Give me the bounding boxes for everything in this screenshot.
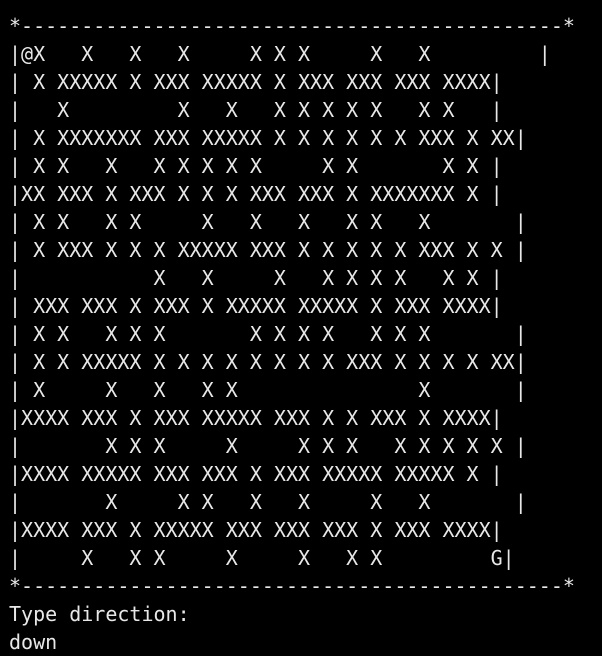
maze-row: | X X XXXXX X X X X X X X X XXX X X X X … [9,350,527,374]
maze-row: | X X X X X X X X X | [9,266,503,290]
maze-row: | X X X X X X | [9,378,527,402]
maze-row: | X X X X X X X X X X X X | [9,434,527,458]
maze-row: | X XXXXXXX XXX XXXXX X X X X X X XXX X … [9,126,527,150]
maze-row: | X XXX X X X XXXXX XXX X X X X X XXX X … [9,238,527,262]
maze-row: | XXX XXX X XXX X XXXXX XXXXX X XXX XXXX… [9,294,503,318]
maze-row: | X X X X X X X X X X X X | [9,154,503,178]
maze-row: |XX XXX X XXX X X X XXX XXX X XXXXXXX X … [9,182,503,206]
maze-row: |XXXX XXX X XXXXX XXX XXX XXX X XXX XXXX… [9,518,503,542]
maze-row: | X XXXXX X XXX XXXXX X XXX XXX XXX XXXX… [9,70,503,94]
terminal-output: *---------------------------------------… [9,0,575,656]
maze-row: |XXXX XXXXX XXX XXX X XXX XXXXX XXXXX X … [9,462,503,486]
maze-row: | X X X X X X X | [9,490,527,514]
direction-prompt: Type direction: [9,602,190,626]
maze-row: | X X X X X X X X X X | [9,98,503,122]
maze-grid: |@X X X X X X X X X | | X XXXXX X XXX XXX… [9,40,575,572]
maze-row: |@X X X X X X X X X | [9,42,551,66]
maze-border-top: *---------------------------------------… [9,14,575,38]
maze-border-bottom: *---------------------------------------… [9,574,575,598]
terminal-window[interactable]: *---------------------------------------… [0,0,602,656]
previous-output-line [9,0,575,12]
maze-row: | X X X X X X X G| [9,546,515,570]
maze-row: | X X X X X X X X X X | [9,210,527,234]
maze-row: | X X X X X X X X X X X X | [9,322,527,346]
direction-input[interactable]: down [9,628,575,656]
maze-row: |XXXX XXX X XXX XXXXX XXX X X XXX X XXXX… [9,406,503,430]
